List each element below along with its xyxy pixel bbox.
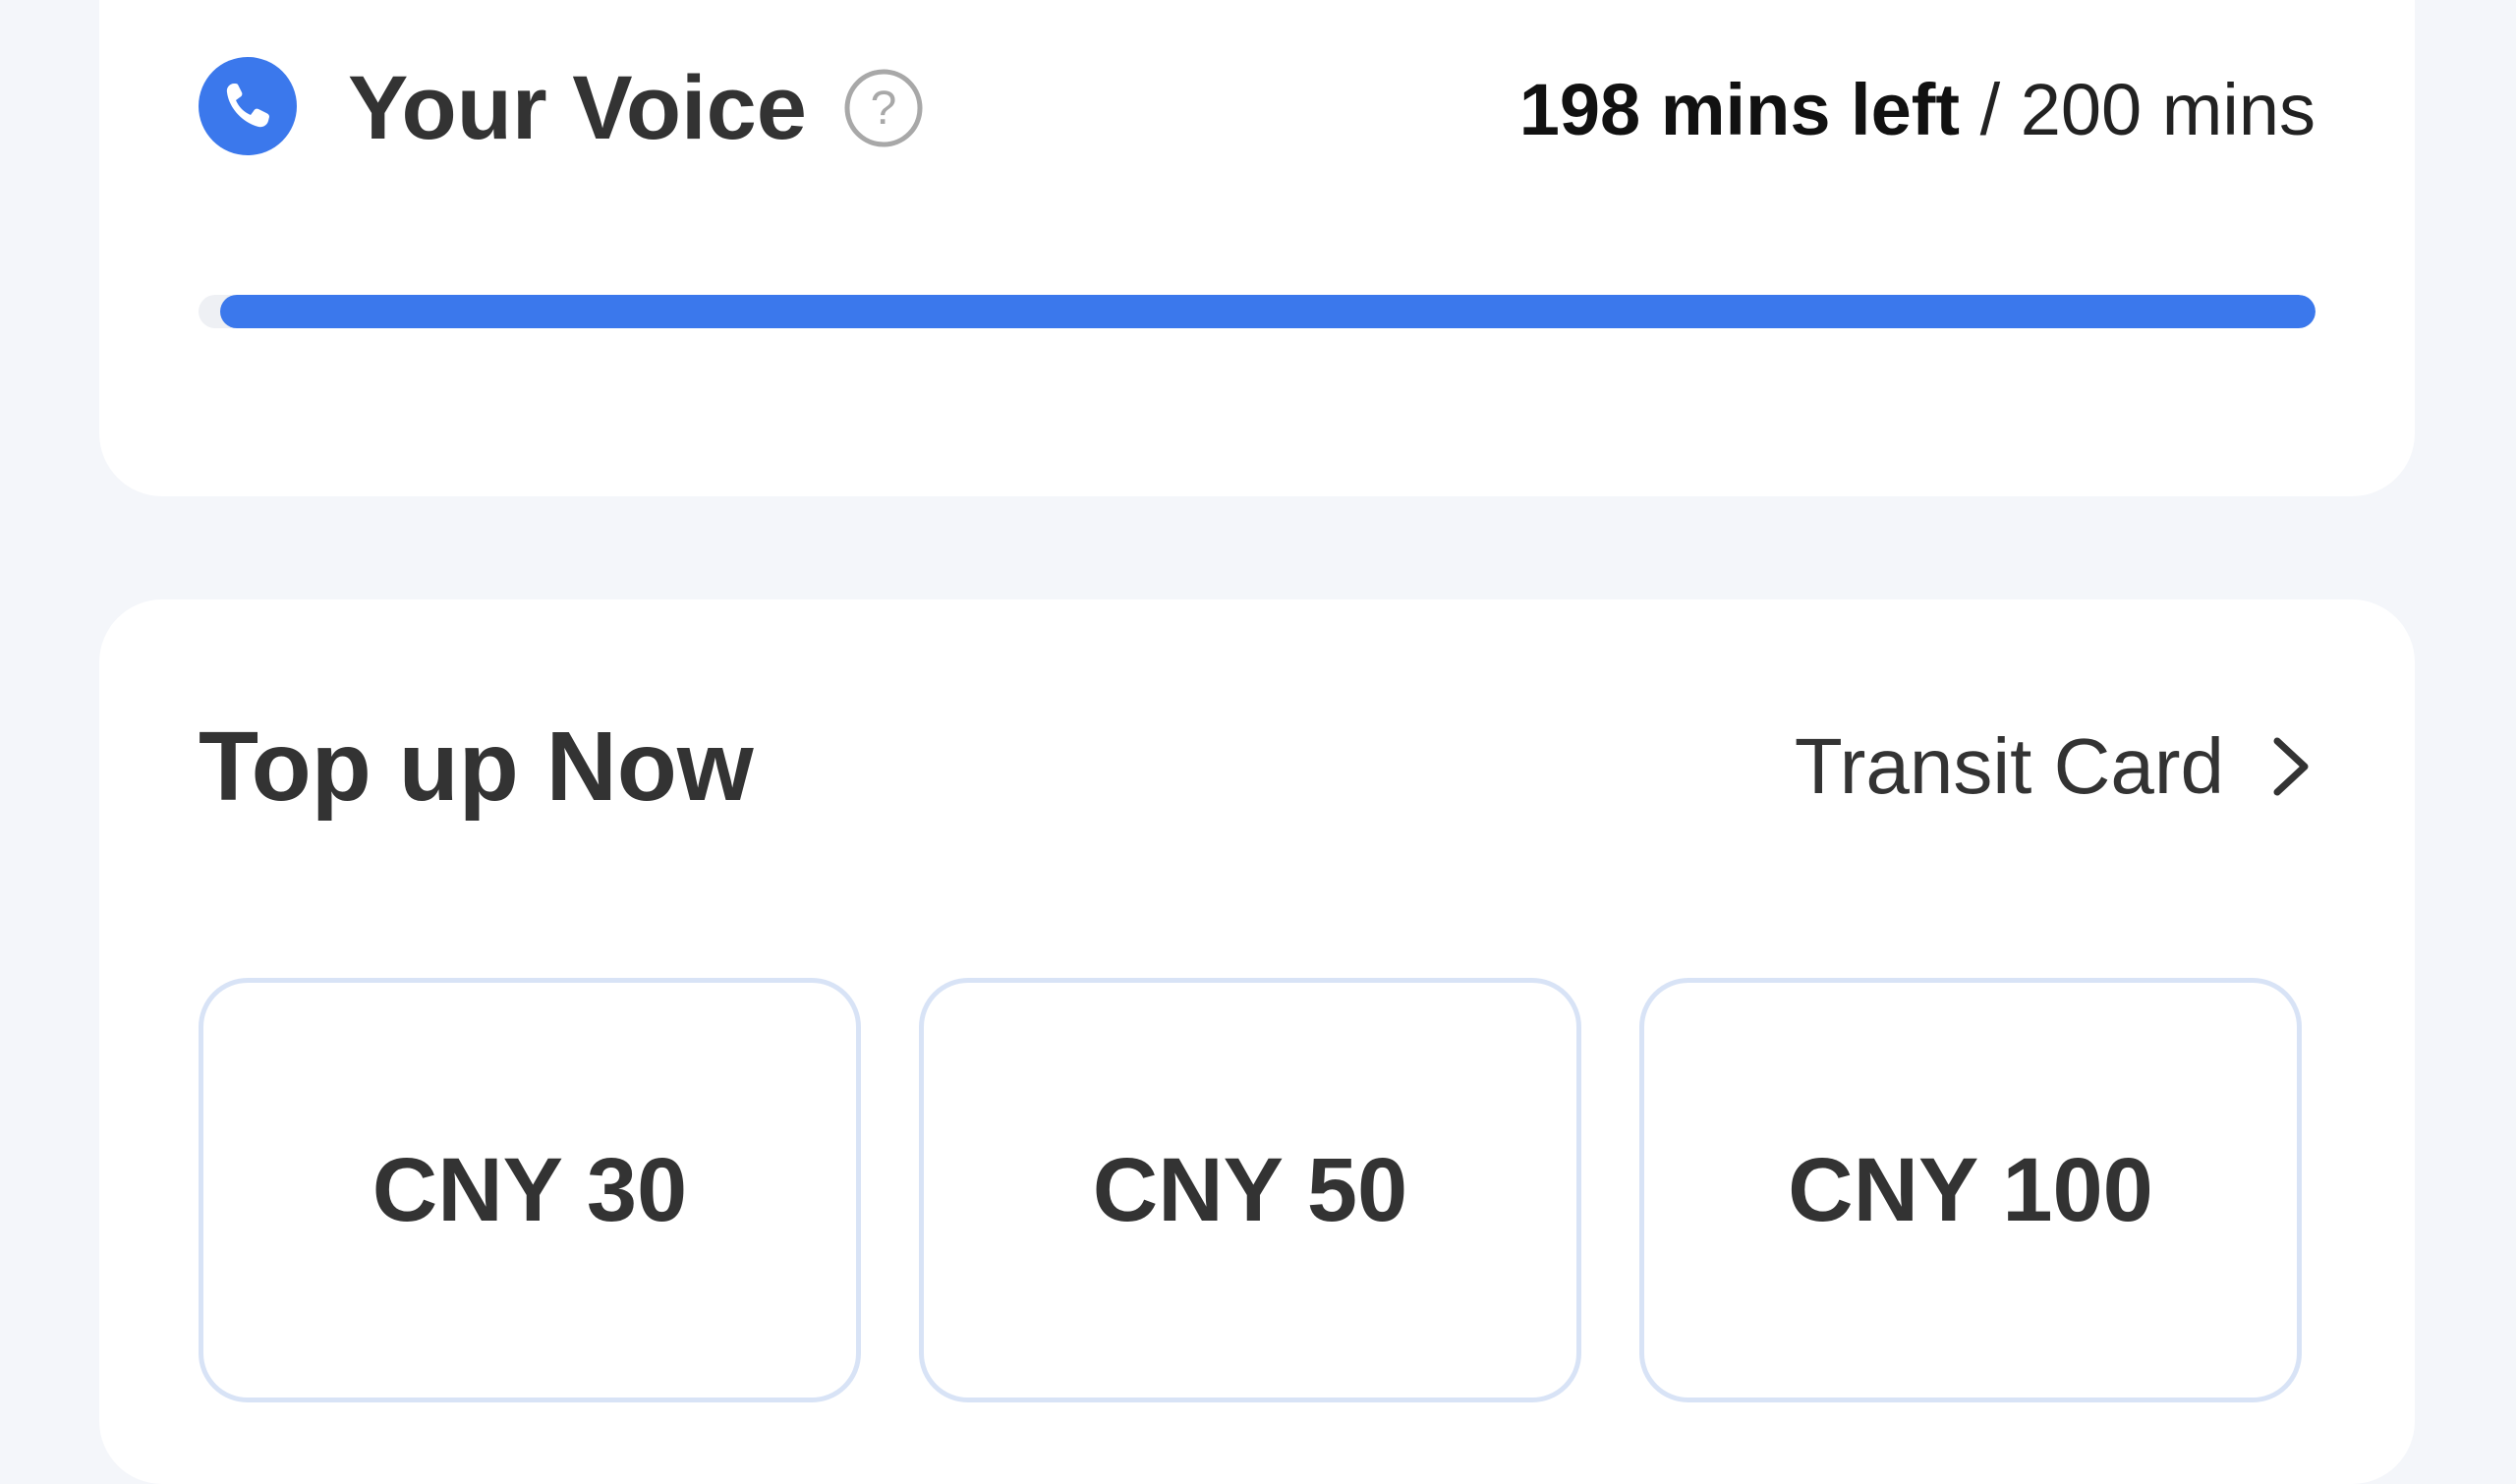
voice-card: Your Voice ? 198 mins left / 200 mins — [99, 0, 2415, 496]
voice-progress-bar — [199, 295, 2316, 328]
voice-remaining: 198 mins left — [1518, 69, 1961, 150]
transit-card-link[interactable]: Transit Card — [1795, 717, 2316, 816]
help-icon[interactable]: ? — [842, 67, 925, 149]
amount-option-cny-50[interactable]: CNY 50 — [919, 978, 1581, 1402]
chevron-right-icon — [2273, 737, 2309, 796]
svg-text:?: ? — [871, 83, 897, 135]
amount-option-cny-30[interactable]: CNY 30 — [199, 978, 861, 1402]
topup-card: Top up Now Transit Card CNY 30 CNY 50 CN… — [99, 599, 2415, 1484]
amount-label: CNY 100 — [1788, 1139, 2153, 1240]
topup-title: Top up Now — [199, 712, 754, 822]
voice-progress-fill — [219, 295, 2316, 328]
transit-card-label: Transit Card — [1794, 722, 2224, 810]
voice-total: 200 mins — [2020, 69, 2316, 150]
amount-label: CNY 30 — [372, 1139, 688, 1240]
voice-title: Your Voice — [348, 58, 807, 158]
phone-icon — [199, 57, 297, 155]
voice-separator: / — [1960, 69, 2021, 150]
voice-usage: 198 mins left / 200 mins — [1519, 61, 2316, 159]
amount-option-cny-100[interactable]: CNY 100 — [1639, 978, 2302, 1402]
voice-header: Your Voice ? 198 mins left / 200 mins — [199, 39, 2316, 167]
amount-label: CNY 50 — [1092, 1139, 1408, 1240]
